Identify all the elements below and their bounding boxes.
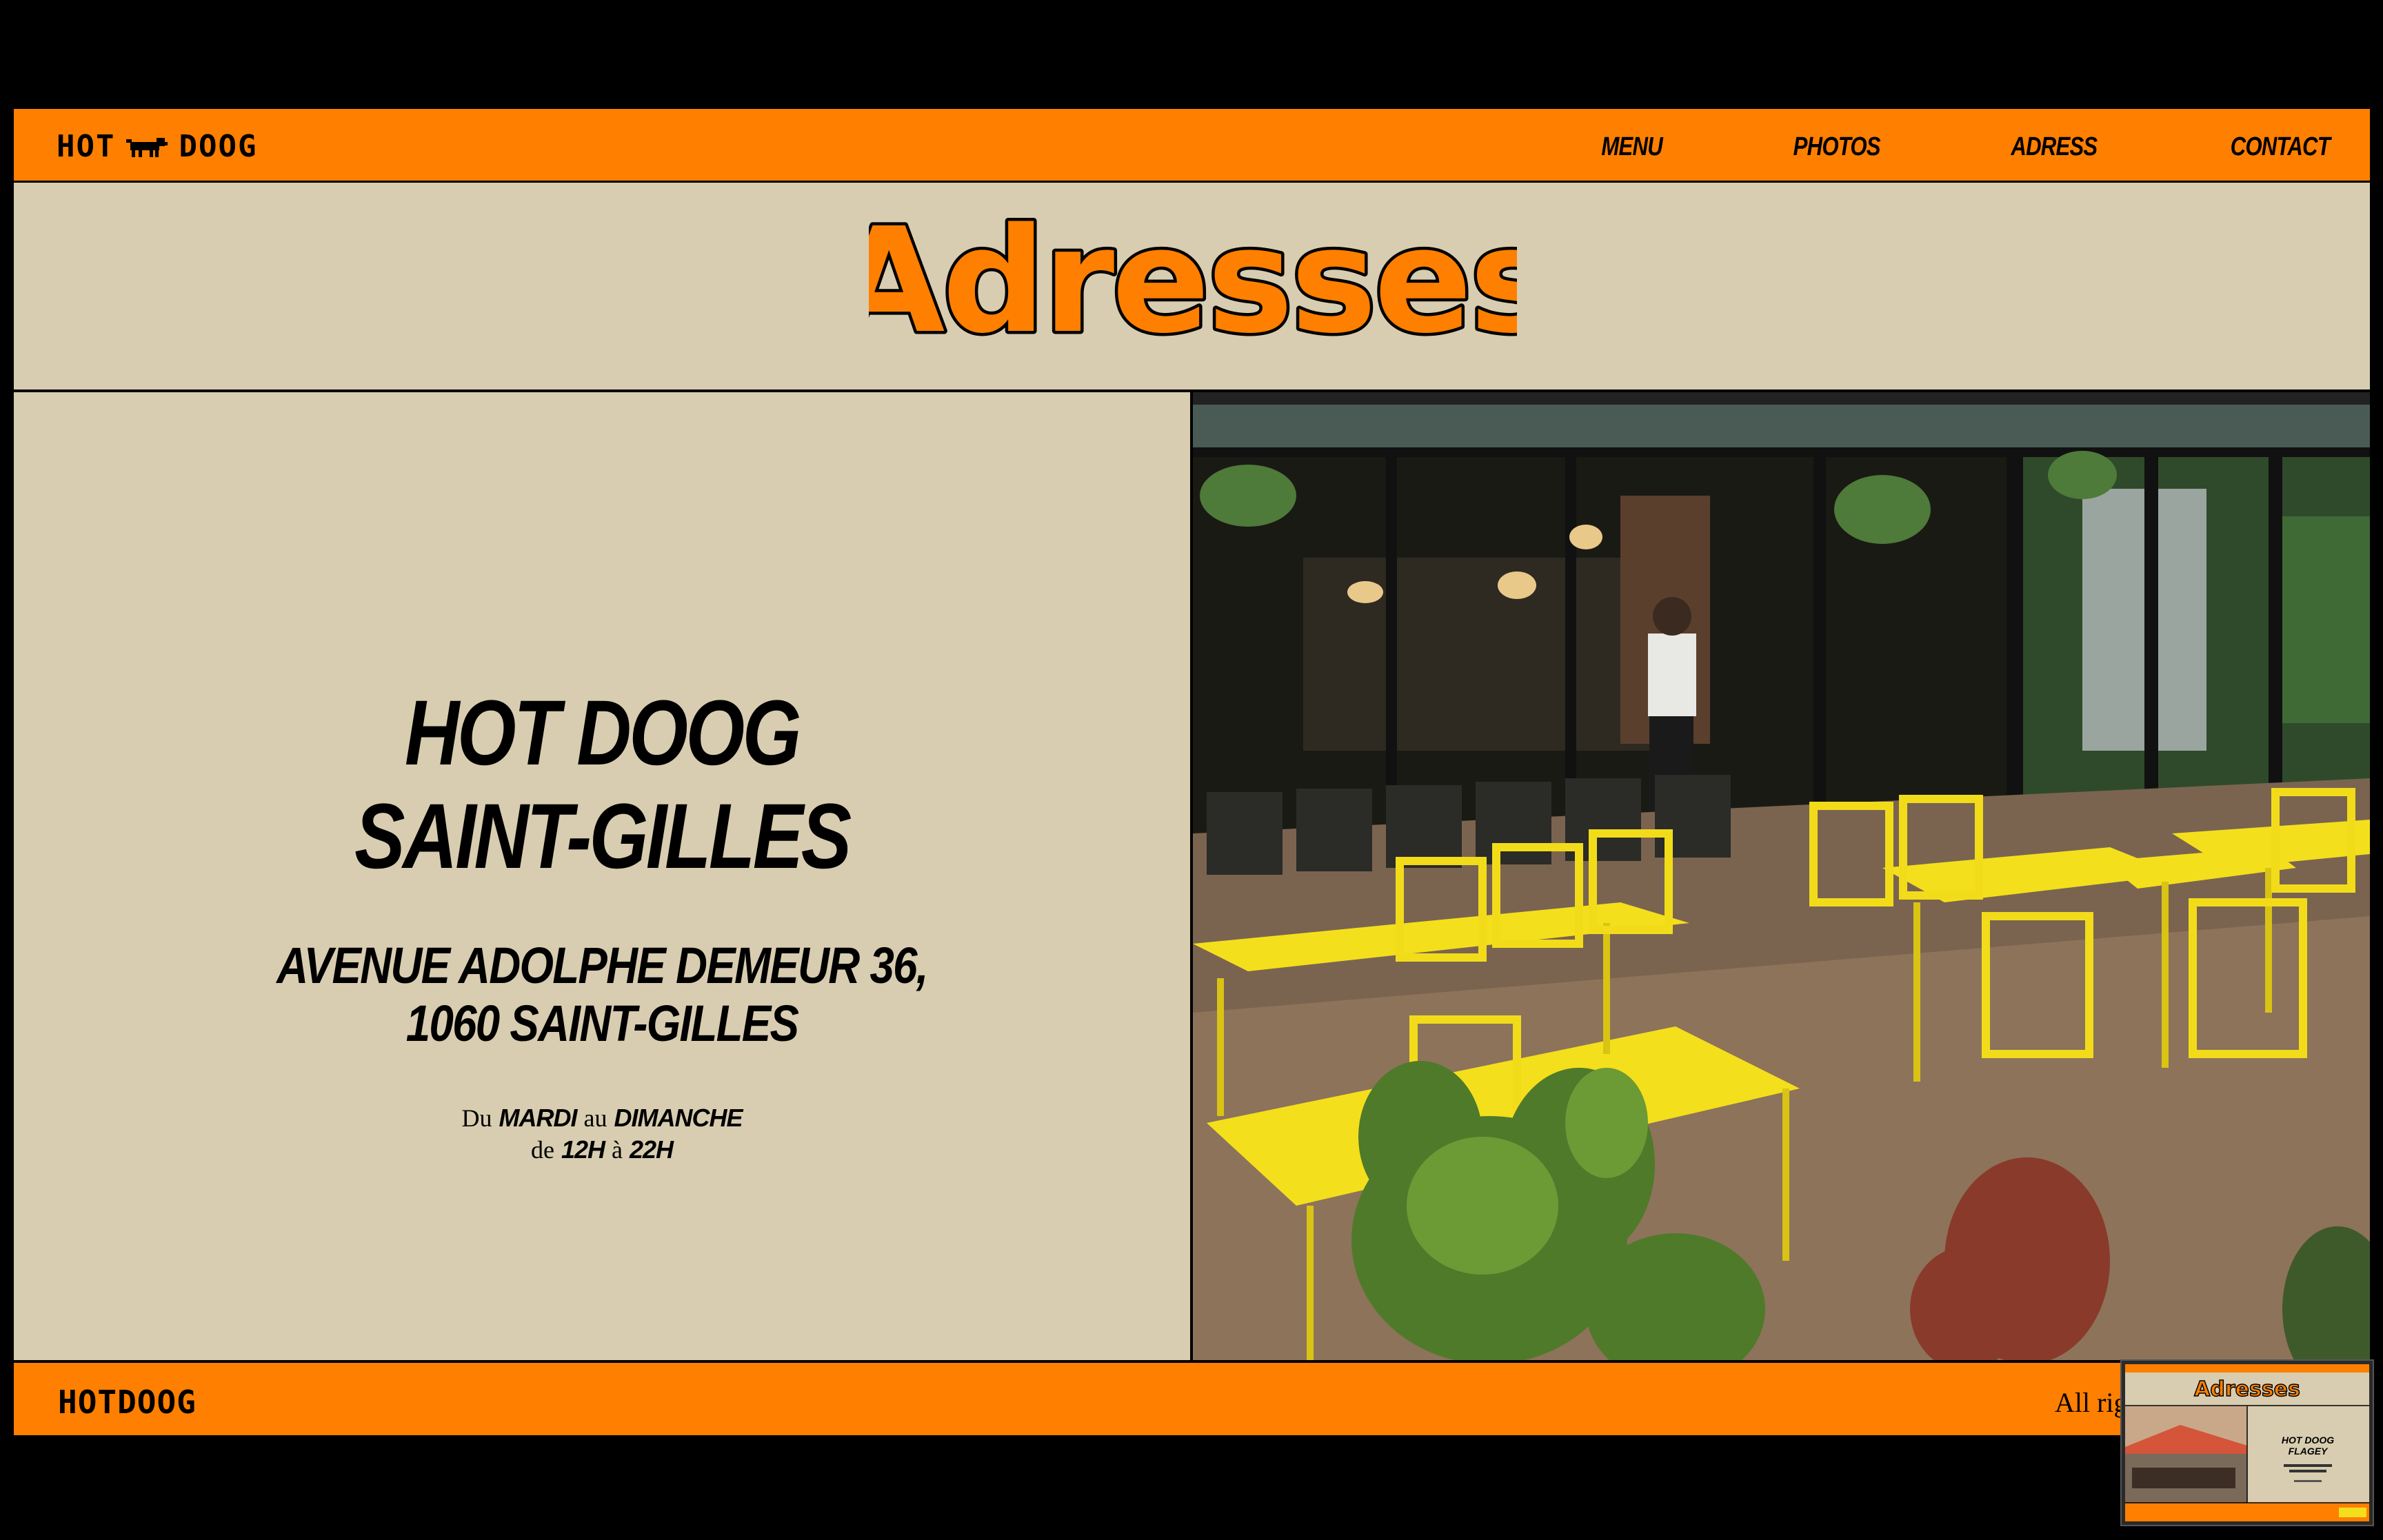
thumbnail-illustration: Adresses HOT DOOG FLAGEY: [2125, 1364, 2369, 1521]
time-to: 22H: [630, 1135, 674, 1164]
dachshund-icon: [126, 138, 168, 157]
hours-from-day: MARDI: [499, 1104, 578, 1132]
location-address: AVENUE ADOLPHE DEMEUR 36, 1060 SAINT-GIL…: [14, 937, 1190, 1053]
location-name-line2: SAINT-GILLES: [354, 785, 852, 888]
restaurant-terrace-photo: [1193, 392, 2370, 1360]
location-name: HOT DOOG SAINT-GILLES: [14, 682, 1190, 889]
terrace-illustration: [1193, 392, 2370, 1360]
time-from-word: de: [530, 1136, 554, 1164]
logo-text-doog: DOOG: [179, 128, 258, 164]
page-title-text: Adresses: [869, 196, 1517, 365]
location-info-panel: HOT DOOG SAINT-GILLES AVENUE ADOLPHE DEM…: [14, 392, 1193, 1360]
nav-photos[interactable]: PHOTOS: [1793, 132, 1881, 162]
nav-contact[interactable]: CONTACT: [2231, 132, 2331, 162]
thumbnail-name-line1: HOT DOOG: [2282, 1435, 2334, 1446]
logo-text-hot: HOT: [57, 128, 116, 164]
address-line2: 1060 SAINT-GILLES: [405, 995, 799, 1052]
time-from: 12H: [561, 1135, 605, 1164]
time-to-word: à: [612, 1136, 623, 1164]
main-nav: MENU PHOTOS ADRESS CONTACT: [1588, 130, 2330, 164]
hours-to-word: au: [583, 1104, 607, 1132]
opening-days: Du MARDI au DIMANCHE: [14, 1102, 1190, 1134]
site-footer: HOTDOOG All rig: [14, 1360, 2370, 1435]
page-title-band: Adresses: [14, 183, 2370, 392]
address-line1: AVENUE ADOLPHE DEMEUR 36,: [276, 937, 928, 994]
location-name-line1: HOT DOOG: [404, 682, 801, 784]
thumbnail-title: Adresses: [2194, 1377, 2300, 1401]
opening-hours: Du MARDI au DIMANCHE de 12H à 22H: [14, 1102, 1190, 1166]
nav-adress[interactable]: ADRESS: [2011, 132, 2098, 162]
site-header: HOT DOOG MENU PHOTOS ADRESS CONTACT: [14, 109, 2370, 183]
page-preview-thumbnail[interactable]: Adresses HOT DOOG FLAGEY: [2122, 1361, 2373, 1525]
hours-to-day: DIMANCHE: [614, 1104, 743, 1132]
thumbnail-name-line2: FLAGEY: [2289, 1446, 2329, 1457]
nav-menu[interactable]: MENU: [1601, 132, 1662, 162]
page-title: Adresses: [869, 194, 1517, 369]
hours-from-word: Du: [461, 1104, 492, 1132]
footer-logo[interactable]: HOTDOOG: [58, 1384, 197, 1421]
website-frame: HOT DOOG MENU PHOTOS ADRESS CONTACT Adre…: [14, 109, 2370, 1435]
opening-times: de 12H à 22H: [14, 1134, 1190, 1166]
footer-rights: All rig: [2055, 1387, 2128, 1418]
site-logo[interactable]: HOT DOOG: [57, 128, 258, 164]
